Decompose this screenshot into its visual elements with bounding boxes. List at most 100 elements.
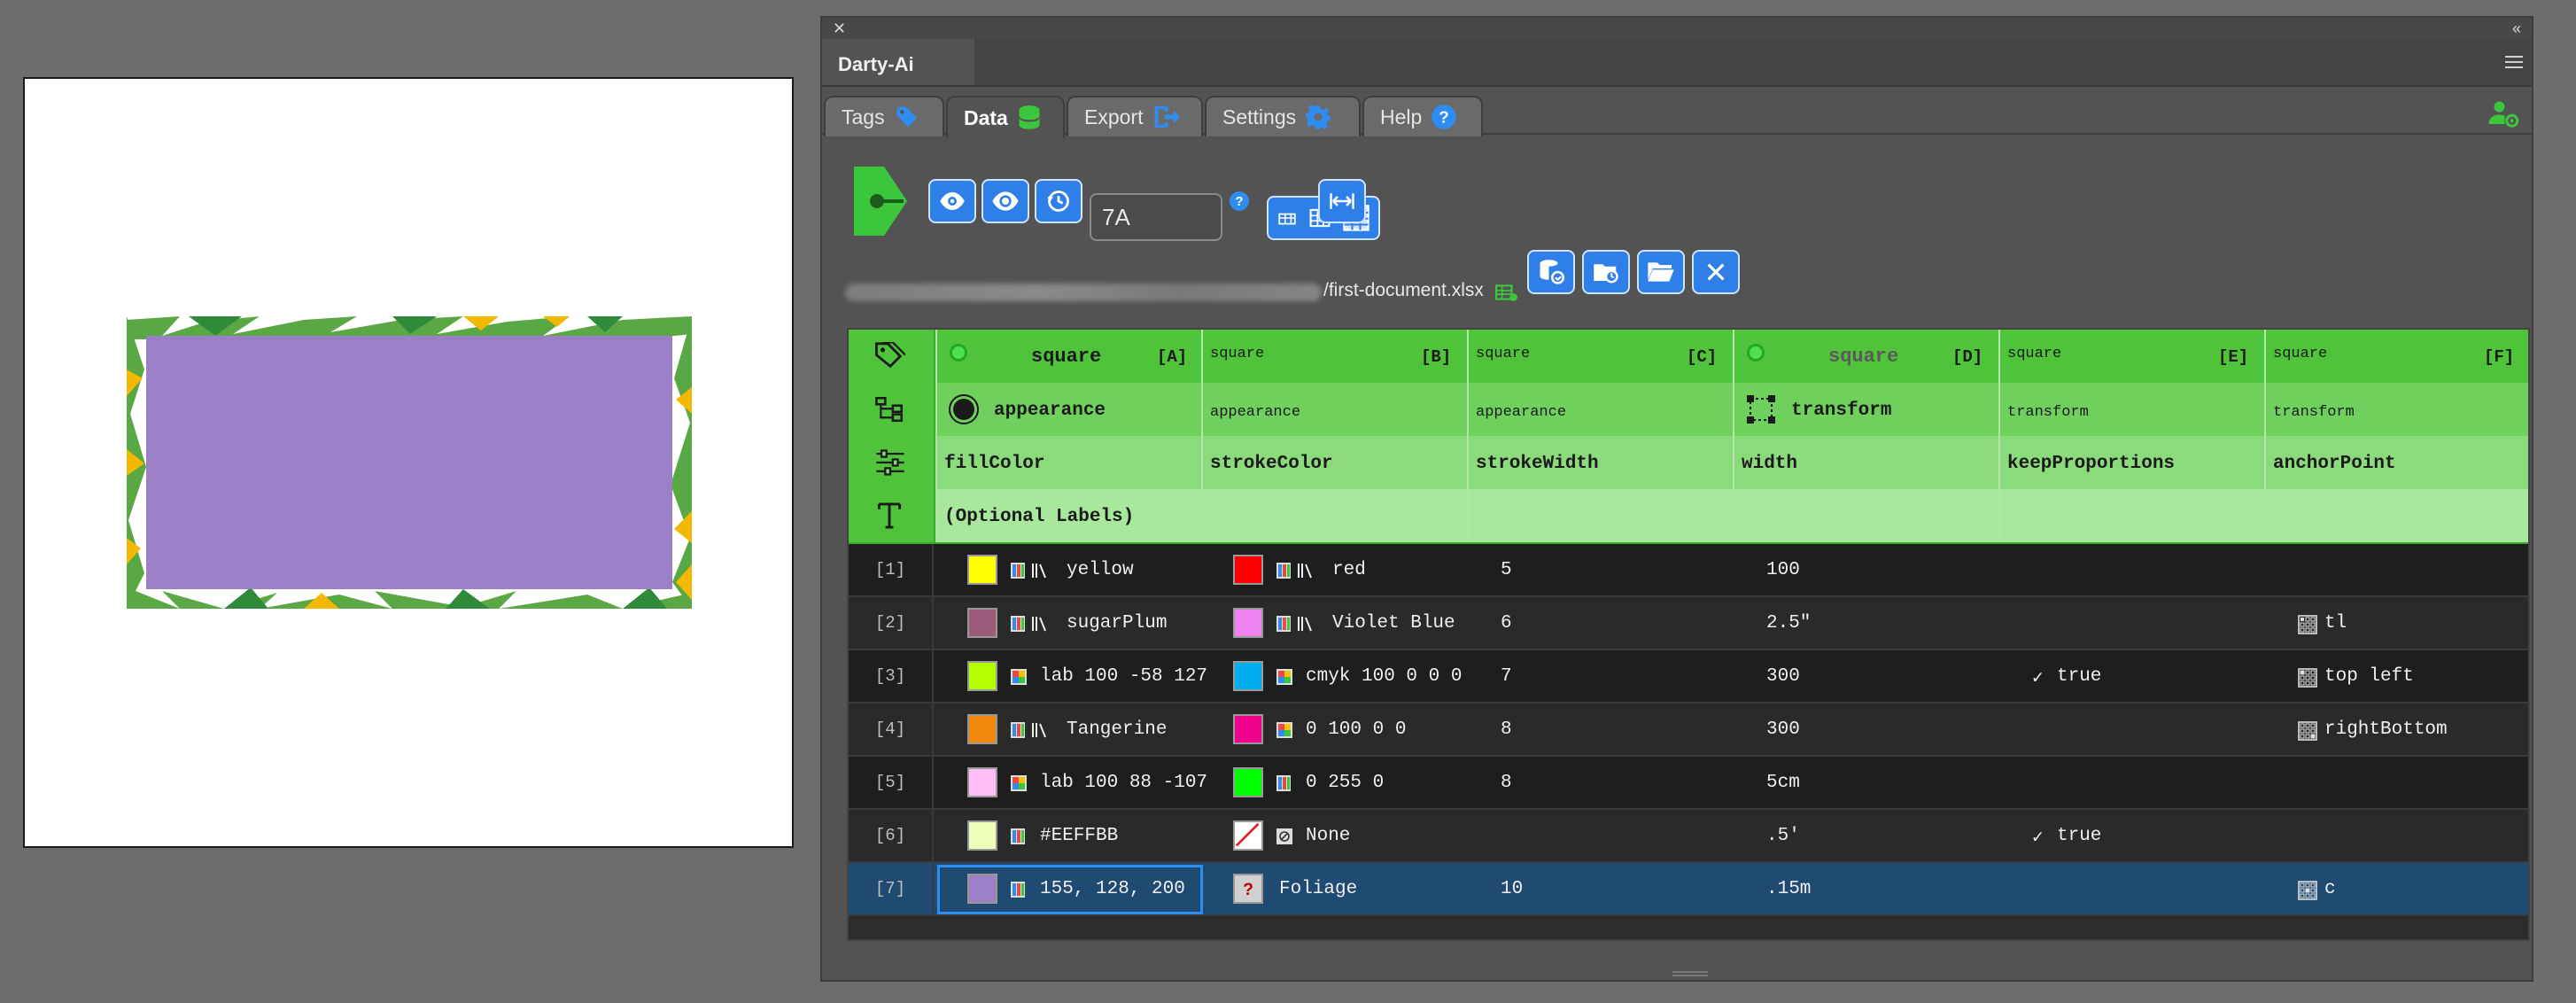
stroke-value[interactable]: 0 100 0 0 (1306, 719, 1406, 740)
col-d-tag[interactable]: square (1828, 346, 1898, 368)
table-row[interactable]: [1] yellow red 5 100 (849, 544, 2528, 597)
fill-value[interactable]: #EEFFBB (1040, 826, 1118, 846)
table-row[interactable]: [4] Tangerine 0 100 0 0 8 300 rightBotto… (849, 704, 2528, 757)
stroke-swatch[interactable] (1233, 661, 1263, 691)
user-settings-icon[interactable] (2487, 97, 2519, 129)
fill-swatch[interactable] (967, 874, 997, 904)
stroke-value[interactable]: Violet Blue (1332, 613, 1455, 634)
anchor-value[interactable]: tl (2324, 613, 2347, 634)
swatch-type-icon (1276, 775, 1291, 791)
col-c-category: appearance (1476, 404, 1567, 421)
stroke-swatch[interactable] (1233, 714, 1263, 744)
width-value[interactable]: .5' (1766, 826, 1800, 846)
spreadsheet-link-icon[interactable] (1495, 282, 1518, 303)
preview-button[interactable] (928, 179, 976, 223)
fill-value[interactable]: lab 100 -58 127 (1040, 666, 1207, 687)
database-icon (1019, 105, 1040, 129)
panel-title-bar: ✕ « (822, 18, 2532, 39)
col-e-tag[interactable]: square (2007, 346, 2061, 362)
stroke-value[interactable]: red (1332, 560, 1366, 580)
tab-tags[interactable]: Tags (824, 96, 944, 136)
fill-value[interactable]: lab 100 88 -107 (1040, 773, 1207, 793)
row-number[interactable]: [4] (849, 704, 934, 755)
preview-all-button[interactable] (982, 179, 1029, 223)
col-f-tag[interactable]: square (2273, 346, 2327, 362)
row-number[interactable]: [3] (849, 650, 934, 702)
col-a-label: (Optional Labels) (944, 507, 1135, 527)
width-value[interactable]: 100 (1766, 560, 1800, 580)
stroke-swatch[interactable] (1233, 555, 1263, 585)
fill-value[interactable]: sugarPlum (1067, 613, 1167, 634)
anchor-value[interactable]: top left (2324, 666, 2414, 687)
history-button[interactable] (1035, 179, 1082, 223)
anchor-value[interactable]: c (2324, 879, 2336, 899)
stroke-swatch[interactable] (1233, 608, 1263, 638)
width-value[interactable]: .15m (1766, 879, 1811, 899)
open-recent-button[interactable] (1582, 250, 1630, 294)
stroke-value[interactable]: cmyk 100 0 0 0 (1306, 666, 1462, 687)
col-a-tag[interactable]: square (1031, 346, 1101, 368)
tab-export[interactable]: Export (1067, 96, 1203, 136)
row-number[interactable]: [6] (849, 810, 934, 861)
col-c-tag[interactable]: square (1476, 346, 1530, 362)
stroke-value[interactable]: 0 255 0 (1306, 773, 1384, 793)
help-dot-icon[interactable]: ? (1230, 191, 1249, 211)
none-swatch-icon[interactable] (1233, 820, 1263, 851)
stroke-width-value[interactable]: 7 (1501, 666, 1512, 687)
row-number[interactable]: [5] (849, 757, 934, 808)
width-value[interactable]: 300 (1766, 719, 1800, 740)
fill-swatch[interactable] (967, 767, 997, 797)
width-value[interactable]: 2.5" (1766, 613, 1811, 634)
cell-reference-input[interactable] (1090, 193, 1222, 241)
fill-swatch[interactable] (967, 661, 997, 691)
open-file-button[interactable] (1637, 250, 1685, 294)
table-row[interactable]: [2] sugarPlum Violet Blue 6 2.5" tl (849, 597, 2528, 650)
row-number[interactable]: [2] (849, 597, 934, 649)
keep-proportions-value[interactable]: true (2057, 826, 2101, 846)
fill-swatch[interactable] (967, 608, 997, 638)
col-c-property: strokeWidth (1476, 454, 1599, 474)
close-panel-icon[interactable]: ✕ (833, 19, 846, 38)
table-row[interactable]: [6] #EEFFBB None .5' ✓ true (849, 810, 2528, 863)
panel-resize-handle[interactable] (1672, 971, 1708, 976)
width-value[interactable]: 300 (1766, 666, 1800, 687)
stroke-swatch[interactable] (1233, 767, 1263, 797)
stroke-value[interactable]: None (1306, 826, 1350, 846)
row-number[interactable]: [1] (849, 544, 934, 595)
anchor-value[interactable]: rightBottom (2324, 719, 2448, 740)
stroke-width-value[interactable]: 6 (1501, 613, 1512, 634)
tab-data[interactable]: Data (946, 96, 1065, 138)
text-header-icon (877, 502, 902, 529)
stroke-width-value[interactable]: 5 (1501, 560, 1512, 580)
stroke-width-value[interactable]: 8 (1501, 773, 1512, 793)
table-row[interactable]: [3] lab 100 -58 127 cmyk 100 0 0 0 7 300… (849, 650, 2528, 704)
artboard[interactable] (23, 77, 794, 848)
tab-settings[interactable]: Settings (1205, 96, 1361, 136)
fill-swatch[interactable] (967, 555, 997, 585)
panel-menu-icon[interactable] (2496, 39, 2532, 85)
collapse-panel-icon[interactable]: « (2512, 19, 2521, 38)
stroke-value[interactable]: Foliage (1279, 879, 1357, 899)
fit-columns-button[interactable] (1318, 179, 1366, 223)
keep-proportions-value[interactable]: true (2057, 666, 2101, 687)
fill-swatch[interactable] (967, 820, 997, 851)
fill-value[interactable]: Tangerine (1067, 719, 1167, 740)
stroke-width-value[interactable]: 8 (1501, 719, 1512, 740)
tag-header-icon (875, 342, 905, 369)
col-b-tag[interactable]: square (1210, 346, 1264, 362)
table-row-selected[interactable]: [7] 155, 128, 200 ? Foliage 10 .15m c (849, 863, 2528, 916)
fill-swatch[interactable] (967, 714, 997, 744)
unknown-swatch-icon[interactable]: ? (1233, 874, 1263, 904)
panel-tab-darty-ai[interactable]: Darty-Ai (822, 39, 974, 85)
reload-data-button[interactable] (1527, 250, 1575, 294)
width-value[interactable]: 5cm (1766, 773, 1800, 793)
fill-value[interactable]: 155, 128, 200 (1040, 879, 1185, 899)
database-refresh-icon (1540, 260, 1564, 284)
fill-value[interactable]: yellow (1067, 560, 1134, 580)
table-row[interactable]: [5] lab 100 88 -107 0 255 0 8 5cm (849, 757, 2528, 810)
row-number[interactable]: [7] (849, 863, 934, 914)
tab-help[interactable]: Help ? (1362, 96, 1483, 136)
artwork-square[interactable] (127, 316, 692, 609)
stroke-width-value[interactable]: 10 (1501, 879, 1523, 899)
unlink-file-button[interactable] (1692, 250, 1740, 294)
